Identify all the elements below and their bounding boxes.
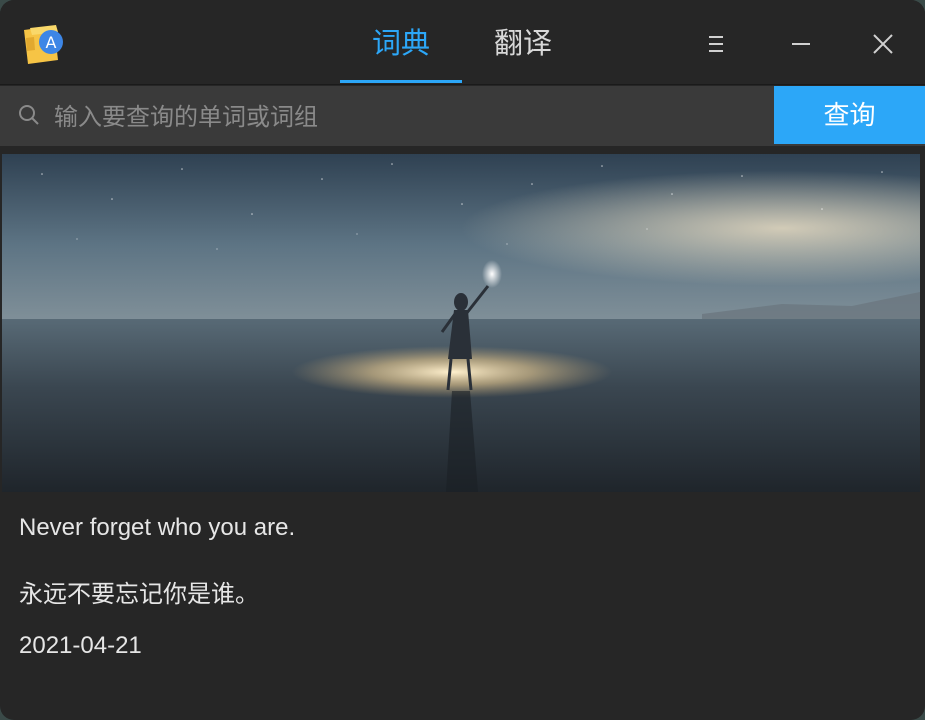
search-icon [19, 105, 39, 125]
daily-quote-chinese: 永远不要忘记你是谁。 [19, 580, 259, 608]
minimize-icon[interactable] [781, 24, 821, 64]
daily-quote-date: 2021-04-21 [19, 632, 142, 659]
daily-quote-english: Never forget who you are. [19, 514, 296, 541]
daily-image [2, 154, 920, 492]
active-tab-indicator [340, 80, 462, 83]
title-bar: A 词典 翻译 [0, 0, 925, 85]
close-icon[interactable] [863, 24, 903, 64]
dictionary-app-icon: A [24, 25, 63, 64]
tab-dictionary[interactable]: 词典 [340, 22, 462, 64]
menu-icon[interactable] [696, 24, 736, 64]
search-input[interactable] [52, 96, 756, 138]
search-button[interactable]: 查询 [774, 86, 925, 144]
tab-translate[interactable]: 翻译 [462, 22, 584, 64]
app-window: A 词典 翻译 查询 [0, 0, 925, 720]
app-icon-letter: A [46, 33, 57, 52]
